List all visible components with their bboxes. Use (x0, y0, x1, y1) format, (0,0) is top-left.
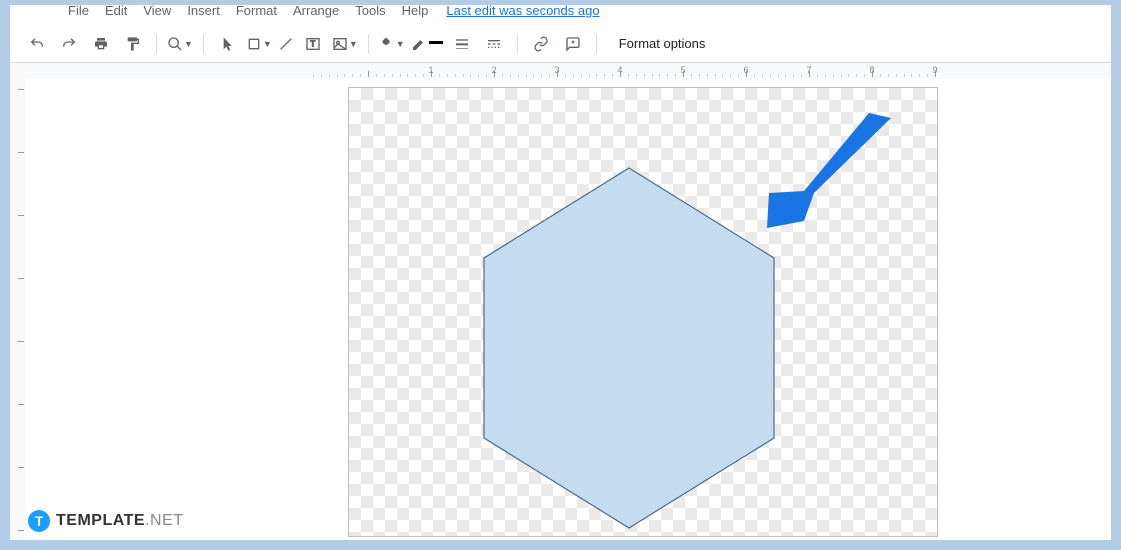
chevron-down-icon: ▼ (263, 39, 272, 49)
hexagon-shape[interactable] (474, 163, 784, 533)
menu-arrange[interactable]: Arrange (285, 5, 347, 18)
textbox-tool[interactable]: T (300, 31, 326, 57)
watermark-net-text: .NET (145, 512, 183, 529)
menu-file[interactable]: File (60, 5, 97, 18)
separator (596, 34, 597, 54)
lines-icon (454, 36, 470, 52)
menubar: File Edit View Insert Format Arrange Too… (10, 5, 1111, 25)
edit-status-link[interactable]: Last edit was seconds ago (446, 5, 599, 18)
link-icon (533, 36, 549, 52)
paint-format-button[interactable] (120, 31, 146, 57)
separator (156, 34, 157, 54)
redo-button[interactable] (56, 31, 82, 57)
chevron-down-icon: ▼ (184, 39, 193, 49)
menu-help[interactable]: Help (394, 5, 437, 18)
insert-comment-button[interactable] (560, 31, 586, 57)
print-button[interactable] (88, 31, 114, 57)
svg-text:T: T (310, 39, 315, 48)
border-color-button[interactable] (411, 36, 443, 52)
cursor-icon (219, 36, 235, 52)
menu-view[interactable]: View (135, 5, 179, 18)
fill-color-button[interactable]: ▼ (379, 36, 405, 52)
toolbar: ▼ ▼ T ▼ ▼ (10, 25, 1111, 63)
menu-insert[interactable]: Insert (179, 5, 228, 18)
fill-icon (379, 36, 395, 52)
app-window: File Edit View Insert Format Arrange Too… (10, 5, 1111, 540)
undo-button[interactable] (24, 31, 50, 57)
watermark-bold-text: TEMPLATE (56, 512, 145, 529)
separator (368, 34, 369, 54)
arrow-polygon (767, 113, 891, 228)
workspace (10, 79, 1111, 540)
canvas-area[interactable] (26, 79, 1111, 540)
chevron-down-icon: ▼ (396, 39, 405, 49)
textbox-icon: T (305, 36, 321, 52)
color-swatch (429, 41, 443, 44)
hexagon-polygon (484, 168, 774, 528)
chevron-down-icon: ▼ (349, 39, 358, 49)
menu-format[interactable]: Format (228, 5, 285, 18)
insert-link-button[interactable] (528, 31, 554, 57)
image-tool[interactable]: ▼ (332, 36, 358, 52)
vertical-ruler[interactable] (10, 79, 26, 540)
print-icon (93, 36, 109, 52)
border-dash-button[interactable] (481, 31, 507, 57)
border-weight-button[interactable] (449, 31, 475, 57)
annotation-arrow (749, 113, 899, 243)
shape-icon (246, 36, 262, 52)
shape-tool[interactable]: ▼ (246, 36, 272, 52)
menu-tools[interactable]: Tools (347, 5, 393, 18)
horizontal-ruler[interactable]: 123456789 (10, 63, 1111, 79)
watermark: T TEMPLATE.NET (28, 510, 183, 532)
menu-edit[interactable]: Edit (97, 5, 135, 18)
separator (203, 34, 204, 54)
select-tool[interactable] (214, 31, 240, 57)
redo-icon (61, 36, 77, 52)
dash-icon (486, 36, 502, 52)
watermark-icon: T (28, 510, 50, 532)
separator (517, 34, 518, 54)
zoom-icon (167, 36, 183, 52)
drawing-canvas[interactable] (348, 87, 938, 537)
comment-icon (565, 36, 581, 52)
zoom-button[interactable]: ▼ (167, 36, 193, 52)
pencil-icon (411, 36, 427, 52)
image-icon (332, 36, 348, 52)
undo-icon (29, 36, 45, 52)
line-tool[interactable] (278, 36, 294, 52)
format-options-button[interactable]: Format options (619, 36, 706, 51)
paint-format-icon (125, 36, 141, 52)
line-icon (278, 36, 294, 52)
